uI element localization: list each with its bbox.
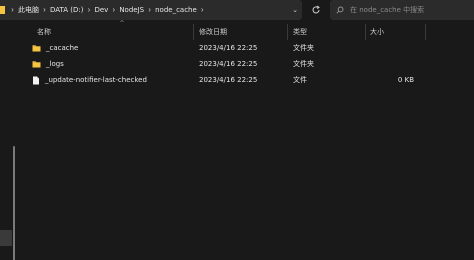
chevron-right-icon[interactable]: › bbox=[145, 5, 154, 15]
table-row[interactable]: _cacache 2023/4/16 22:25 文件夹 bbox=[22, 40, 474, 56]
file-type: 文件 bbox=[293, 76, 307, 84]
breadcrumb-drive[interactable]: DATA (D:) bbox=[49, 6, 84, 14]
refresh-icon bbox=[312, 5, 320, 14]
refresh-button[interactable] bbox=[306, 0, 326, 20]
chevron-right-icon[interactable]: › bbox=[198, 5, 207, 15]
column-header-size[interactable]: 大小 bbox=[370, 22, 384, 42]
column-divider[interactable] bbox=[365, 24, 366, 40]
column-header-modified[interactable]: 修改日期 bbox=[199, 22, 227, 42]
file-name: _logs bbox=[46, 60, 64, 68]
folder-icon bbox=[32, 44, 41, 52]
search-icon bbox=[336, 6, 344, 14]
file-name: _cacache bbox=[46, 44, 79, 52]
address-bar[interactable]: › 此电脑 › DATA (D:) › Dev › NodeJS › node_… bbox=[0, 0, 302, 20]
file-icon bbox=[32, 76, 40, 85]
modified-date: 2023/4/16 22:25 bbox=[199, 60, 258, 68]
table-row[interactable]: _logs 2023/4/16 22:25 文件夹 bbox=[22, 56, 474, 72]
modified-date: 2023/4/16 22:25 bbox=[199, 44, 258, 52]
column-header-type[interactable]: 类型 bbox=[293, 22, 307, 42]
nav-scrollbar[interactable] bbox=[13, 146, 15, 260]
chevron-right-icon[interactable]: › bbox=[40, 5, 49, 15]
breadcrumb-nodejs[interactable]: NodeJS bbox=[118, 6, 145, 14]
chevron-right-icon[interactable]: › bbox=[8, 5, 17, 15]
breadcrumb-this-pc[interactable]: 此电脑 bbox=[17, 5, 40, 15]
file-size: 0 KB bbox=[397, 76, 414, 84]
file-list[interactable]: ^ 名称 修改日期 类型 大小 _cacache 2023/4/16 22:25… bbox=[22, 20, 474, 260]
navigation-pane[interactable] bbox=[0, 20, 22, 260]
address-history-dropdown-icon[interactable]: ⌄ bbox=[288, 6, 302, 14]
column-divider[interactable] bbox=[193, 24, 194, 40]
file-name: _update-notifier-last-checked bbox=[45, 76, 147, 84]
file-type: 文件夹 bbox=[293, 44, 314, 52]
table-row[interactable]: _update-notifier-last-checked 2023/4/16 … bbox=[22, 72, 474, 88]
chevron-right-icon[interactable]: › bbox=[84, 5, 93, 15]
file-type: 文件夹 bbox=[293, 60, 314, 68]
search-placeholder: 在 node_cache 中搜索 bbox=[350, 6, 425, 14]
column-divider[interactable] bbox=[287, 24, 288, 40]
top-bar: › 此电脑 › DATA (D:) › Dev › NodeJS › node_… bbox=[0, 0, 474, 20]
file-name-cell[interactable]: _update-notifier-last-checked bbox=[32, 72, 147, 88]
folder-icon bbox=[32, 60, 41, 68]
column-divider[interactable] bbox=[425, 24, 426, 40]
chevron-right-icon[interactable]: › bbox=[109, 5, 118, 15]
breadcrumb-dev[interactable]: Dev bbox=[93, 6, 109, 14]
file-name-cell[interactable]: _logs bbox=[32, 56, 64, 72]
this-pc-icon bbox=[0, 6, 5, 14]
modified-date: 2023/4/16 22:25 bbox=[199, 76, 258, 84]
search-input[interactable]: 在 node_cache 中搜索 bbox=[330, 0, 474, 20]
breadcrumb-node-cache[interactable]: node_cache bbox=[154, 6, 198, 14]
column-header-name[interactable]: 名称 bbox=[37, 22, 51, 42]
nav-selected-item[interactable] bbox=[0, 230, 12, 246]
file-name-cell[interactable]: _cacache bbox=[32, 40, 78, 56]
sort-chevron-up-icon: ^ bbox=[119, 20, 125, 27]
